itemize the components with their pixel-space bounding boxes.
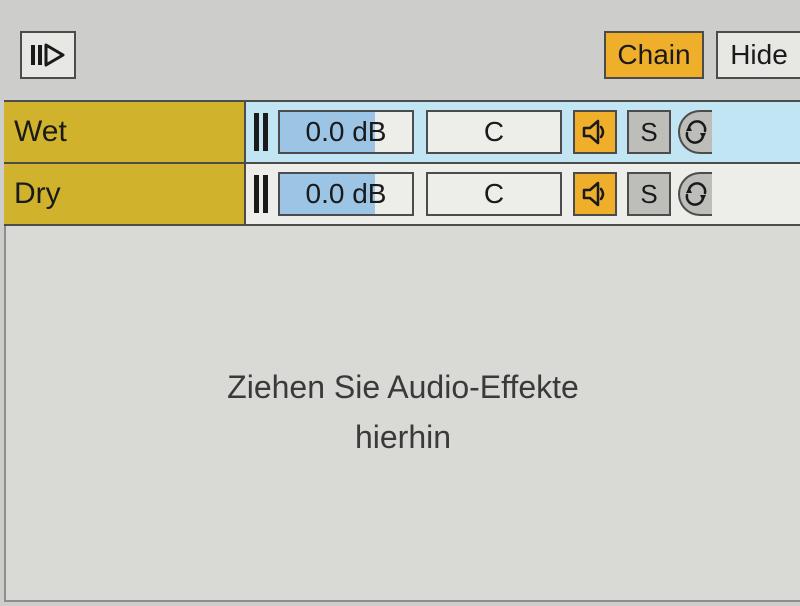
hot-swap-button[interactable] [678, 172, 712, 216]
toolbar: Chain Hide [0, 28, 800, 82]
play-queued-icon [31, 43, 65, 67]
speaker-icon [582, 181, 608, 207]
pan-field[interactable]: C [426, 172, 562, 216]
chain-row[interactable]: Wet 0.0 dB C S [4, 102, 800, 164]
hot-swap-icon [683, 181, 709, 207]
play-queued-button[interactable] [20, 31, 76, 79]
drop-hint-text: Ziehen Sie Audio-Effekte hierhin [227, 363, 579, 462]
effects-drop-zone[interactable]: Ziehen Sie Audio-Effekte hierhin [4, 226, 800, 602]
chain-activator-button[interactable] [573, 110, 617, 154]
drag-handle-icon[interactable] [246, 102, 276, 162]
hide-tab[interactable]: Hide [716, 31, 800, 79]
chain-row[interactable]: Dry 0.0 dB C S [4, 164, 800, 226]
chain-name-field[interactable]: Dry [4, 164, 246, 224]
solo-button[interactable]: S [627, 172, 671, 216]
gain-value: 0.0 dB [306, 116, 387, 148]
speaker-icon [582, 119, 608, 145]
chain-list: Wet 0.0 dB C S Dry [4, 100, 800, 226]
chain-tab[interactable]: Chain [604, 31, 704, 79]
chain-activator-button[interactable] [573, 172, 617, 216]
gain-field[interactable]: 0.0 dB [278, 110, 414, 154]
pan-field[interactable]: C [426, 110, 562, 154]
gain-field[interactable]: 0.0 dB [278, 172, 414, 216]
solo-button[interactable]: S [627, 110, 671, 154]
gain-value: 0.0 dB [306, 178, 387, 210]
drag-handle-icon[interactable] [246, 164, 276, 224]
chain-name-field[interactable]: Wet [4, 102, 246, 162]
hot-swap-icon [683, 119, 709, 145]
hot-swap-button[interactable] [678, 110, 712, 154]
